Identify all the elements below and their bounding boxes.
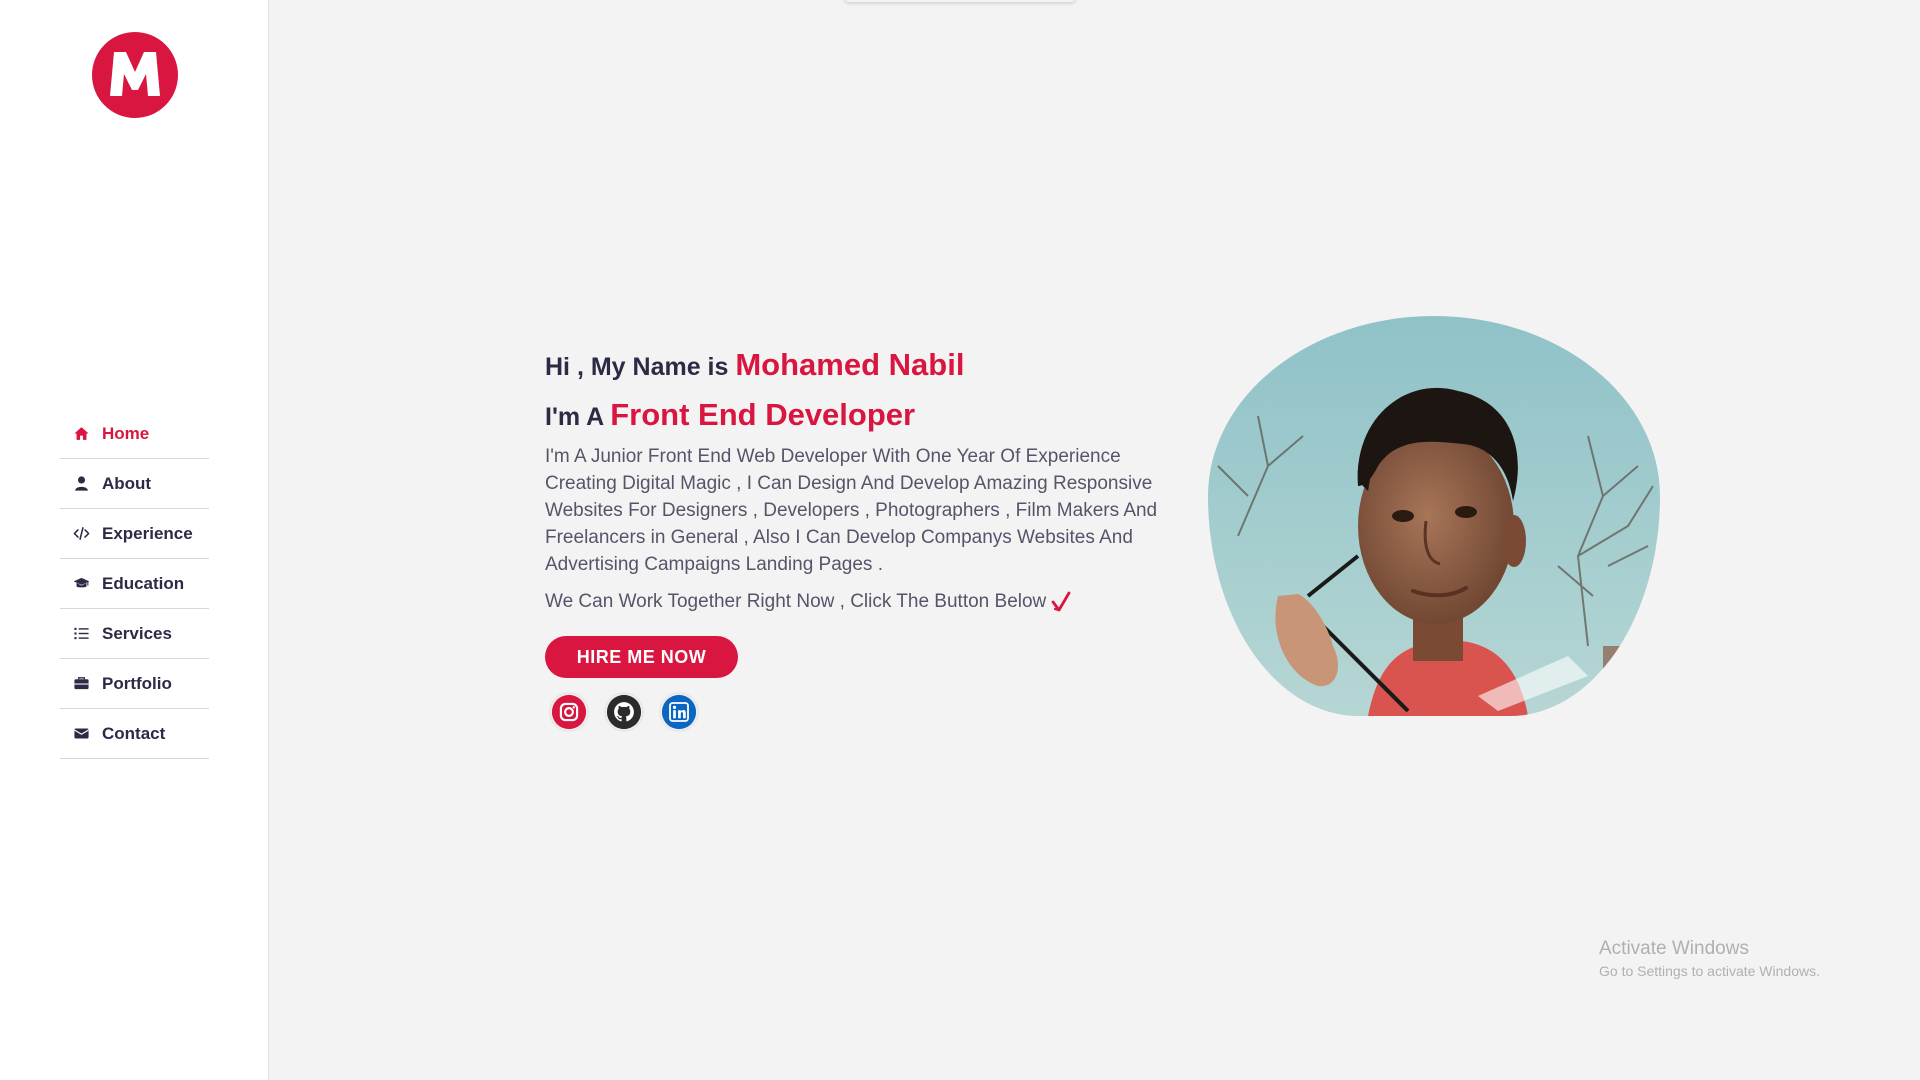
sidebar-item-label: Education — [102, 573, 185, 593]
sidebar: Home About Experience Education Services — [0, 0, 269, 1080]
sidebar-item-label: Home — [102, 423, 150, 443]
greeting-prefix: Hi , My Name is — [545, 353, 729, 381]
greeting-heading: Hi , My Name is Mohamed Nabil — [545, 345, 1195, 391]
sidebar-item-label: Portfolio — [102, 673, 172, 693]
sidebar-item-home[interactable]: Home — [60, 409, 209, 459]
hero-section: Hi , My Name is Mohamed Nabil I'm A Fron… — [545, 345, 1195, 732]
instagram-icon — [551, 694, 587, 730]
hero-role: Front End Developer — [610, 397, 916, 432]
sidebar-item-contact[interactable]: Contact — [60, 709, 209, 759]
github-icon — [606, 694, 642, 730]
social-links — [545, 692, 1195, 732]
home-icon — [72, 425, 90, 443]
sidebar-nav: Home About Experience Education Services — [60, 409, 209, 759]
role-heading: I'm A Front End Developer — [545, 391, 1195, 439]
graduation-cap-icon — [72, 575, 90, 593]
watermark-title: Activate Windows — [1599, 938, 1749, 959]
watermark-subtitle: Go to Settings to activate Windows. — [1599, 963, 1820, 979]
logo[interactable] — [92, 32, 178, 118]
instagram-link[interactable] — [549, 692, 589, 732]
sidebar-item-education[interactable]: Education — [60, 559, 209, 609]
cta-text: We Can Work Together Right Now , Click T… — [545, 590, 1195, 614]
hero-bio: I'm A Junior Front End Web Developer Wit… — [545, 446, 1158, 575]
code-icon — [72, 525, 90, 543]
hero-name: Mohamed Nabil — [735, 347, 965, 382]
hire-me-button[interactable]: HIRE ME NOW — [545, 636, 738, 678]
linkedin-link[interactable] — [659, 692, 699, 732]
top-indicator — [845, 0, 1075, 2]
briefcase-icon — [72, 675, 90, 693]
sidebar-item-label: Contact — [102, 723, 166, 743]
profile-photo — [1208, 316, 1660, 716]
sidebar-item-label: Experience — [102, 523, 193, 543]
arrow-down-icon — [1051, 591, 1071, 612]
github-link[interactable] — [604, 692, 644, 732]
user-icon — [72, 475, 90, 493]
sidebar-item-label: Services — [102, 623, 172, 643]
sidebar-item-portfolio[interactable]: Portfolio — [60, 659, 209, 709]
sidebar-item-experience[interactable]: Experience — [60, 509, 209, 559]
cta-text-label: We Can Work Together Right Now , Click T… — [545, 591, 1047, 612]
list-icon — [72, 625, 90, 643]
linkedin-icon — [661, 694, 697, 730]
sidebar-item-about[interactable]: About — [60, 459, 209, 509]
envelope-icon — [72, 725, 90, 743]
sidebar-item-label: About — [102, 473, 152, 493]
sidebar-item-services[interactable]: Services — [60, 609, 209, 659]
windows-activation-watermark: Activate Windows Go to Settings to activ… — [1599, 938, 1820, 979]
role-prefix: I'm A — [545, 403, 604, 431]
